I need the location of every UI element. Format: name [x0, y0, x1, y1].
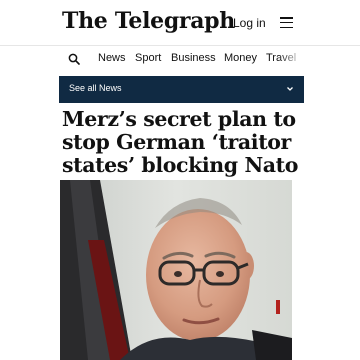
login-link[interactable]: Log in	[233, 16, 266, 30]
nav-item-sport[interactable]: Sport	[135, 52, 161, 64]
nav-item-money[interactable]: Money	[224, 52, 257, 64]
article-photo-illustration	[60, 180, 292, 360]
nav-item-news[interactable]: News	[98, 52, 126, 64]
search-icon[interactable]	[68, 53, 80, 65]
section-nav: News Sport Business Money Travel	[0, 46, 360, 72]
hamburger-menu-icon[interactable]	[280, 17, 293, 29]
article-photo	[60, 180, 292, 360]
see-all-news-bar[interactable]: See all News	[59, 76, 304, 103]
see-all-news-label: See all News	[69, 83, 122, 93]
nav-edge	[304, 46, 360, 72]
nav-fade	[278, 46, 304, 72]
nav-item-business[interactable]: Business	[171, 52, 216, 64]
chevron-down-icon	[287, 87, 293, 91]
site-header: The Telegraph Log in	[0, 0, 360, 46]
masthead-logo[interactable]: The Telegraph	[62, 8, 235, 34]
